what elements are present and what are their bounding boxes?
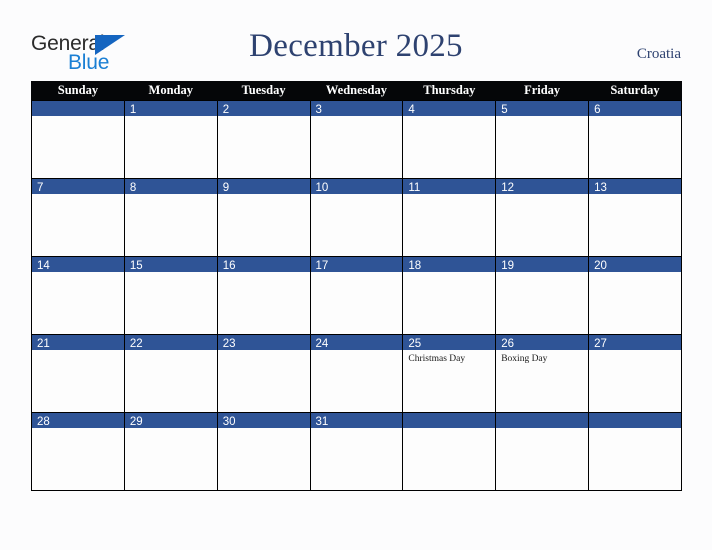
calendar-day-cell[interactable]: 25 Christmas Day [402,334,497,413]
dow-header-friday: Friday [495,81,590,101]
calendar-day-cell[interactable]: 4 [402,100,497,179]
day-number: 10 [311,179,402,194]
day-number: 14 [32,257,124,272]
day-number: 31 [311,413,402,428]
calendar-day-cell[interactable]: 9 [216,178,311,257]
page-header: General Blue December 2025 Croatia [0,0,712,80]
day-number: 3 [311,101,402,116]
calendar-day-cell[interactable]: 3 [309,100,404,179]
day-events: Boxing Day [497,350,588,365]
dow-header-wednesday: Wednesday [309,81,404,101]
calendar-page: General Blue December 2025 Croatia Sunda… [0,0,712,550]
calendar-day-cell[interactable]: 18 [402,256,497,335]
day-number: 23 [218,335,310,350]
calendar-day-cell[interactable]: 28 [31,412,125,491]
calendar-day-cell[interactable]: 29 [123,412,218,491]
day-number: 30 [218,413,310,428]
calendar-day-cell[interactable]: 21 [31,334,125,413]
day-number: 6 [589,101,681,116]
day-number: 5 [496,101,588,116]
calendar-day-cell[interactable]: 17 [309,256,404,335]
day-of-week-header-row: Sunday Monday Tuesday Wednesday Thursday… [31,81,682,101]
dow-header-thursday: Thursday [402,81,497,101]
day-number: 24 [311,335,402,350]
calendar-week-row: 28 29 30 31 [31,412,682,491]
calendar-day-cell[interactable]: 15 [123,256,218,335]
day-number: 28 [32,413,124,428]
calendar-day-cell[interactable]: 30 [216,412,311,491]
day-number: 19 [496,257,588,272]
calendar-grid: Sunday Monday Tuesday Wednesday Thursday… [31,81,682,491]
holiday-label: Boxing Day [501,354,548,364]
holiday-label: Christmas Day [408,354,466,364]
dow-header-saturday: Saturday [588,81,682,101]
day-number [496,413,588,428]
day-number: 18 [403,257,495,272]
calendar-day-cell[interactable]: 8 [123,178,218,257]
calendar-day-cell[interactable]: 26 Boxing Day [495,334,590,413]
day-number: 13 [589,179,681,194]
calendar-week-row: 123456 [31,100,682,179]
dow-header-monday: Monday [123,81,218,101]
calendar-day-cell[interactable]: 31 [309,412,404,491]
calendar-day-cell[interactable]: 1 [123,100,218,179]
calendar-day-cell[interactable]: 19 [495,256,590,335]
calendar-body: 1 2 3 4 5 6 7 8 9 10 11 12 13 14 15 16 17 18 19 20 21 22 23 24 2… [31,100,682,491]
day-number: 4 [403,101,495,116]
calendar-empty-cell [495,412,590,491]
day-events: Christmas Day [404,350,495,365]
day-number: 2 [218,101,310,116]
calendar-day-cell[interactable]: 23 [216,334,311,413]
calendar-day-cell[interactable]: 12 [495,178,590,257]
day-number: 20 [589,257,681,272]
day-number: 26 [496,335,588,350]
calendar-day-cell[interactable]: 5 [495,100,590,179]
day-number: 1 [125,101,217,116]
calendar-day-cell[interactable]: 11 [402,178,497,257]
day-number: 9 [218,179,310,194]
dow-header-sunday: Sunday [31,81,125,101]
calendar-day-cell[interactable]: 10 [309,178,404,257]
calendar-day-cell[interactable]: 14 [31,256,125,335]
day-number: 17 [311,257,402,272]
calendar-day-cell[interactable]: 16 [216,256,311,335]
calendar-day-cell[interactable]: 6 [588,100,682,179]
day-number: 7 [32,179,124,194]
day-number: 8 [125,179,217,194]
day-number: 21 [32,335,124,350]
day-number [403,413,495,428]
calendar-day-cell[interactable]: 22 [123,334,218,413]
calendar-empty-cell [31,100,125,179]
calendar-day-cell[interactable]: 27 [588,334,682,413]
dow-header-tuesday: Tuesday [216,81,311,101]
day-number [32,101,124,116]
calendar-week-row: 7 8 9 10 11 12 13 [31,178,682,257]
day-number: 15 [125,257,217,272]
day-number: 27 [589,335,681,350]
calendar-week-row: 14 15 16 17 18 19 20 [31,256,682,335]
calendar-day-cell[interactable]: 7 [31,178,125,257]
calendar-empty-cell [588,412,682,491]
day-number: 11 [403,179,495,194]
day-number [589,413,681,428]
day-number: 12 [496,179,588,194]
day-number: 16 [218,257,310,272]
calendar-week-row: 21 22 23 24 25 Christmas Day 26 Boxing Day 27 [31,334,682,413]
page-title: December 2025 [249,28,463,64]
calendar-day-cell[interactable]: 13 [588,178,682,257]
day-number: 29 [125,413,217,428]
day-number: 22 [125,335,217,350]
day-number: 25 [403,335,495,350]
calendar-day-cell[interactable]: 24 [309,334,404,413]
calendar-day-cell[interactable]: 20 [588,256,682,335]
calendar-empty-cell [402,412,497,491]
calendar-day-cell[interactable]: 2 [216,100,311,179]
region-label: Croatia [636,46,681,62]
